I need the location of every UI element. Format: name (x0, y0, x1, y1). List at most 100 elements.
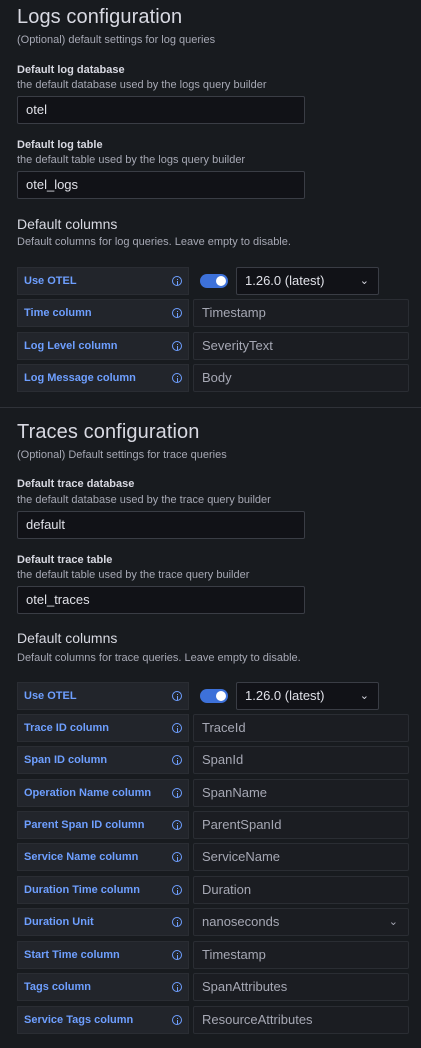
tags-column-text: Tags column (24, 981, 92, 993)
service-name-column-text: Service Name column (24, 851, 139, 863)
log-use-otel-toggle[interactable] (200, 274, 228, 288)
span-id-column-row: Span ID column SpanId (17, 746, 409, 774)
log-otel-version-select[interactable]: 1.26.0 (latest) ⌄ (236, 267, 379, 295)
tags-column-label: Tags column (17, 973, 189, 1001)
info-icon[interactable] (172, 723, 182, 733)
duration-time-column-input[interactable]: Duration (193, 876, 409, 904)
log-use-otel-text: Use OTEL (24, 275, 77, 287)
log-message-column-text: Log Message column (24, 372, 136, 384)
traces-section-title: Traces configuration (17, 421, 200, 443)
trace-use-otel-toggle[interactable] (200, 689, 228, 703)
trace-use-otel-row: Use OTEL 1.26.0 (latest) ⌄ (17, 682, 409, 710)
log-database-label: Default log database (17, 64, 125, 76)
parent-span-id-column-text: Parent Span ID column (24, 819, 145, 831)
logs-section-subtitle: (Optional) default settings for log quer… (17, 34, 216, 46)
log-time-column-label: Time column (17, 299, 189, 327)
log-table-input[interactable]: otel_logs (17, 171, 305, 199)
log-default-columns-title: Default columns (17, 216, 118, 232)
info-icon[interactable] (172, 691, 182, 701)
log-table-label: Default log table (17, 139, 103, 151)
duration-unit-label: Duration Unit (17, 908, 189, 936)
service-tags-column-label: Service Tags column (17, 1006, 189, 1034)
log-level-column-text: Log Level column (24, 340, 118, 352)
info-icon[interactable] (172, 982, 182, 992)
parent-span-id-column-label: Parent Span ID column (17, 811, 189, 839)
trace-otel-version-select[interactable]: 1.26.0 (latest) ⌄ (236, 682, 379, 710)
info-icon[interactable] (172, 950, 182, 960)
parent-span-id-column-input[interactable]: ParentSpanId (193, 811, 409, 839)
toggle-knob (216, 691, 226, 701)
duration-time-column-text: Duration Time column (24, 884, 140, 896)
log-otel-version-value: 1.26.0 (latest) (245, 273, 325, 288)
span-id-column-input[interactable]: SpanId (193, 746, 409, 774)
service-tags-column-row: Service Tags column ResourceAttributes (17, 1006, 409, 1034)
trace-id-column-row: Trace ID column TraceId (17, 714, 409, 742)
trace-default-columns-description: Default columns for trace queries. Leave… (17, 652, 301, 664)
trace-default-columns-title: Default columns (17, 630, 118, 646)
tags-column-input[interactable]: SpanAttributes (193, 973, 409, 1001)
log-level-column-input[interactable]: SeverityText (193, 332, 409, 360)
log-time-column-row: Time column Timestamp (17, 299, 409, 327)
section-divider (0, 407, 421, 408)
span-id-column-label: Span ID column (17, 746, 189, 774)
info-icon[interactable] (172, 917, 182, 927)
start-time-column-input[interactable]: Timestamp (193, 941, 409, 969)
logs-section-title: Logs configuration (17, 6, 183, 28)
span-id-column-text: Span ID column (24, 754, 108, 766)
trace-id-column-input[interactable]: TraceId (193, 714, 409, 742)
log-message-column-label: Log Message column (17, 364, 189, 392)
trace-table-input[interactable]: otel_traces (17, 586, 305, 614)
info-icon[interactable] (172, 885, 182, 895)
log-table-description: the default table used by the logs query… (17, 154, 246, 166)
duration-unit-text: Duration Unit (24, 916, 94, 928)
info-icon[interactable] (172, 308, 182, 318)
service-name-column-row: Service Name column ServiceName (17, 843, 409, 871)
trace-database-input[interactable]: default (17, 511, 305, 539)
log-time-column-input[interactable]: Timestamp (193, 299, 409, 327)
service-name-column-label: Service Name column (17, 843, 189, 871)
service-name-column-input[interactable]: ServiceName (193, 843, 409, 871)
duration-time-column-row: Duration Time column Duration (17, 876, 409, 904)
log-database-description: the default database used by the logs qu… (17, 79, 267, 91)
duration-unit-select[interactable]: nanoseconds ⌄ (193, 908, 409, 936)
traces-section-subtitle: (Optional) Default settings for trace qu… (17, 449, 227, 461)
parent-span-id-column-row: Parent Span ID column ParentSpanId (17, 811, 409, 839)
log-database-input[interactable]: otel (17, 96, 305, 124)
duration-unit-row: Duration Unit nanoseconds ⌄ (17, 908, 409, 936)
chevron-down-icon: ⌄ (388, 916, 398, 928)
tags-column-row: Tags column SpanAttributes (17, 973, 409, 1001)
log-time-column-text: Time column (24, 307, 92, 319)
trace-database-description: the default database used by the trace q… (17, 494, 271, 506)
info-icon[interactable] (172, 276, 182, 286)
trace-use-otel-label: Use OTEL (17, 682, 189, 710)
info-icon[interactable] (172, 1015, 182, 1025)
service-tags-column-text: Service Tags column (24, 1014, 134, 1026)
operation-name-column-text: Operation Name column (24, 787, 152, 799)
log-level-column-row: Log Level column SeverityText (17, 332, 409, 360)
operation-name-column-label: Operation Name column (17, 779, 189, 807)
log-message-column-row: Log Message column Body (17, 364, 409, 392)
operation-name-column-row: Operation Name column SpanName (17, 779, 409, 807)
start-time-column-text: Start Time column (24, 949, 120, 961)
toggle-knob (216, 276, 226, 286)
info-icon[interactable] (172, 341, 182, 351)
service-tags-column-input[interactable]: ResourceAttributes (193, 1006, 409, 1034)
info-icon[interactable] (172, 373, 182, 383)
start-time-column-label: Start Time column (17, 941, 189, 969)
trace-table-label: Default trace table (17, 554, 113, 566)
log-default-columns-description: Default columns for log queries. Leave e… (17, 236, 291, 248)
duration-time-column-label: Duration Time column (17, 876, 189, 904)
chevron-down-icon: ⌄ (359, 275, 369, 287)
info-icon[interactable] (172, 788, 182, 798)
trace-id-column-text: Trace ID column (24, 722, 109, 734)
info-icon[interactable] (172, 755, 182, 765)
settings-page: Logs configuration (Optional) default se… (0, 0, 421, 1048)
info-icon[interactable] (172, 852, 182, 862)
log-use-otel-label: Use OTEL (17, 267, 189, 295)
trace-otel-version-value: 1.26.0 (latest) (245, 688, 325, 703)
operation-name-column-input[interactable]: SpanName (193, 779, 409, 807)
log-message-column-input[interactable]: Body (193, 364, 409, 392)
chevron-down-icon: ⌄ (359, 690, 369, 702)
info-icon[interactable] (172, 820, 182, 830)
trace-database-label: Default trace database (17, 478, 135, 490)
